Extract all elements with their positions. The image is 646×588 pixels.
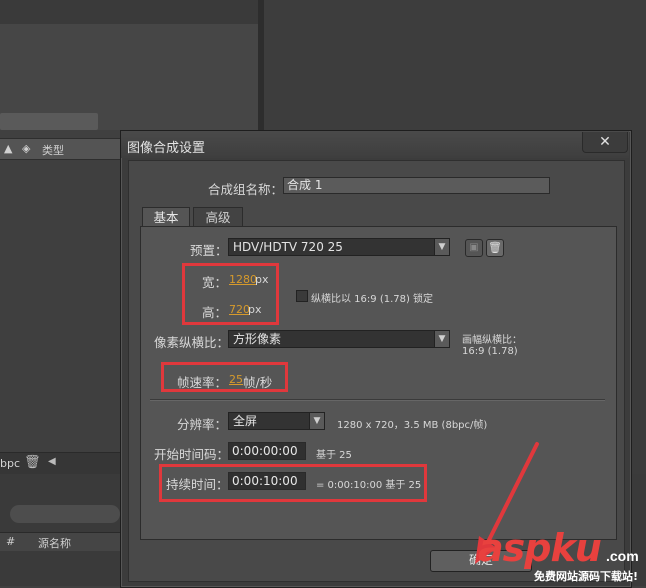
save-preset-icon[interactable]: ▣ bbox=[465, 239, 483, 257]
tab-advanced[interactable]: 高级 bbox=[193, 207, 243, 227]
watermark-tld: .com bbox=[606, 548, 639, 564]
close-button[interactable]: ✕ bbox=[582, 132, 628, 153]
start-timecode-input[interactable]: 0:00:00:00 bbox=[228, 442, 306, 460]
highlight-box-duration bbox=[159, 464, 427, 502]
preset-label: 预置： bbox=[190, 243, 228, 258]
highlight-box-dimensions bbox=[182, 263, 279, 325]
lock-aspect-checkbox[interactable] bbox=[296, 290, 308, 302]
watermark-logo: aspku bbox=[478, 526, 602, 570]
comp-name-label: 合成组名称： bbox=[208, 182, 284, 197]
frame-aspect-label: 画幅纵横比： bbox=[462, 335, 522, 346]
comp-name-input[interactable]: 合成 1 bbox=[283, 177, 550, 194]
resolution-dropdown[interactable]: 全屏 ▼ bbox=[228, 412, 325, 430]
chevron-down-icon: ▼ bbox=[434, 331, 449, 347]
tag-icon[interactable]: ◈ bbox=[22, 142, 30, 155]
project-search-field[interactable] bbox=[0, 113, 98, 130]
resolution-label: 分辨率： bbox=[177, 417, 228, 432]
timeline-panel bbox=[0, 474, 120, 586]
right-panel-strip bbox=[630, 130, 646, 474]
preset-dropdown[interactable]: HDV/HDTV 720 25 ▼ bbox=[228, 238, 450, 256]
sort-arrow-icon[interactable]: ▲ bbox=[4, 142, 12, 155]
column-type-label[interactable]: 类型 bbox=[42, 142, 64, 158]
scroll-left-icon[interactable]: ◀ bbox=[48, 456, 56, 467]
column-source-name[interactable]: 源名称 bbox=[38, 535, 71, 551]
timeline-search-field[interactable] bbox=[10, 505, 120, 523]
tab-basic[interactable]: 基本 bbox=[142, 207, 190, 227]
lock-aspect-label[interactable]: 纵横比以 16:9 (1.78) 锁定 bbox=[311, 290, 433, 305]
preset-value: HDV/HDTV 720 25 bbox=[233, 240, 343, 254]
resolution-value: 全屏 bbox=[233, 414, 258, 428]
start-timecode-base: 基于 25 bbox=[316, 450, 352, 461]
highlight-box-frame-rate bbox=[161, 362, 288, 392]
project-column-header: ▲ ◈ 类型 bbox=[0, 138, 120, 160]
project-bottom-bar: bpc 🗑 ◀ bbox=[0, 452, 120, 475]
dialog-title: 图像合成设置 bbox=[127, 141, 206, 156]
project-list bbox=[0, 160, 120, 452]
bpc-label[interactable]: bpc bbox=[0, 457, 20, 470]
watermark-subtitle: 免费网站源码下载站! bbox=[534, 570, 639, 583]
composition-viewer-panel bbox=[264, 0, 646, 130]
pixel-aspect-value: 方形像素 bbox=[233, 332, 282, 346]
frame-aspect-value: 16:9 (1.78) bbox=[462, 346, 518, 357]
trash-icon[interactable]: 🗑 bbox=[24, 455, 41, 470]
resolution-info: 1280 x 720，3.5 MB (8bpc/帧) bbox=[337, 420, 488, 431]
pixel-aspect-label: 像素纵横比： bbox=[154, 335, 230, 350]
chevron-down-icon: ▼ bbox=[309, 413, 324, 429]
column-hash[interactable]: # bbox=[6, 535, 15, 548]
section-divider bbox=[150, 399, 605, 401]
pixel-aspect-dropdown[interactable]: 方形像素 ▼ bbox=[228, 330, 450, 348]
timeline-column-header: # 源名称 bbox=[0, 532, 120, 551]
chevron-down-icon: ▼ bbox=[434, 239, 449, 255]
start-timecode-label: 开始时间码： bbox=[154, 447, 230, 462]
delete-preset-icon[interactable]: 🗑 bbox=[486, 239, 504, 257]
